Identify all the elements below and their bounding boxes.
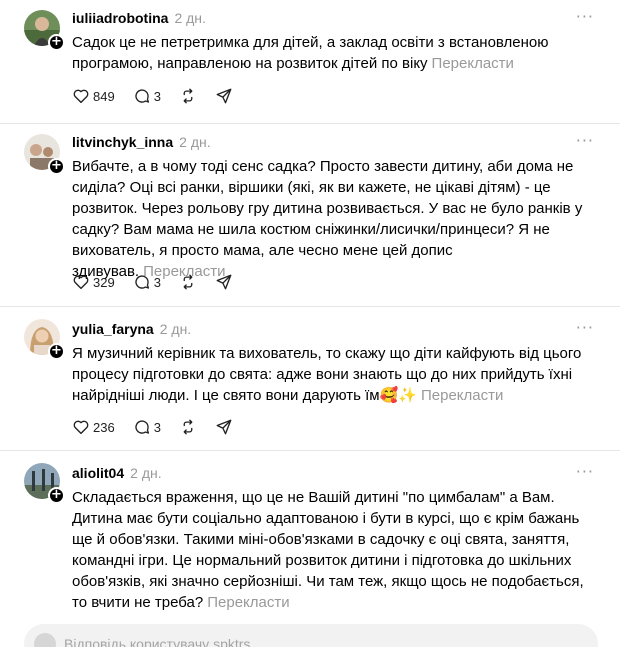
send-icon (216, 88, 232, 104)
translate-link[interactable]: Перекласти (207, 594, 289, 611)
repost-icon (183, 419, 193, 435)
timestamp[interactable]: 2 дн. (130, 465, 161, 481)
username[interactable]: yulia_faryna (72, 321, 154, 337)
user-avatar (34, 633, 56, 647)
avatar[interactable]: + (24, 134, 65, 175)
post-text: Садок це не петретримка для дітей, а зак… (72, 32, 602, 74)
heart-icon (73, 89, 89, 104)
divider (0, 450, 620, 451)
reply-composer[interactable]: Відповідь користувачу spktrs (24, 624, 598, 647)
post-actions: 849 3 (72, 86, 251, 106)
avatar[interactable]: + (24, 463, 65, 504)
translate-link[interactable]: Перекласти (421, 387, 503, 404)
heart-icon (73, 420, 89, 435)
post-actions: 236 3 (72, 417, 251, 437)
repost-button[interactable] (179, 273, 197, 291)
timestamp[interactable]: 2 дн. (160, 321, 191, 337)
reply-count: 3 (153, 88, 161, 104)
username[interactable]: litvinchyk_inna (72, 134, 173, 150)
post-header: litvinchyk_inna 2 дн. (72, 134, 211, 150)
follow-plus-icon[interactable]: + (48, 34, 65, 51)
timestamp[interactable]: 2 дн. (174, 10, 205, 26)
share-button[interactable] (215, 418, 233, 436)
follow-plus-icon[interactable]: + (48, 487, 65, 504)
follow-plus-icon[interactable]: + (48, 343, 65, 360)
repost-icon (183, 274, 193, 290)
post-header: iuliiadrobotina 2 дн. (72, 10, 206, 26)
translate-link[interactable]: Перекласти (432, 55, 514, 72)
username[interactable]: aliolit04 (72, 465, 124, 481)
share-button[interactable] (215, 273, 233, 291)
reply-button[interactable]: 3 (133, 418, 161, 436)
more-icon[interactable]: ··· (576, 131, 594, 150)
post-text: Вибачте, а в чому тоді сенс садка? Прост… (72, 156, 602, 282)
reply-input-placeholder[interactable]: Відповідь користувачу spktrs (64, 636, 250, 647)
post-text-content: Складається враження, що це не Вашій дит… (72, 489, 584, 611)
reply-button[interactable]: 3 (133, 87, 161, 105)
comment-icon (135, 89, 149, 103)
heart-icon (73, 275, 89, 290)
follow-plus-icon[interactable]: + (48, 158, 65, 175)
like-count: 236 (93, 419, 115, 435)
post-text: Я музичний керівник та вихователь, то ск… (72, 343, 602, 406)
repost-button[interactable] (179, 418, 197, 436)
divider (0, 306, 620, 307)
avatar[interactable]: + (24, 319, 65, 360)
like-count: 329 (93, 274, 115, 290)
divider (0, 123, 620, 124)
username[interactable]: iuliiadrobotina (72, 10, 168, 26)
comment-icon (135, 420, 149, 434)
send-icon (216, 274, 232, 290)
like-button[interactable]: 236 (72, 418, 115, 436)
timestamp[interactable]: 2 дн. (179, 134, 210, 150)
send-icon (216, 419, 232, 435)
share-button[interactable] (215, 87, 233, 105)
post-text: Складається враження, що це не Вашій дит… (72, 487, 602, 613)
avatar[interactable]: + (24, 10, 65, 51)
repost-icon (183, 88, 193, 104)
post-text-content: Вибачте, а в чому тоді сенс садка? Прост… (72, 158, 583, 280)
post-header: aliolit04 2 дн. (72, 465, 162, 481)
like-count: 849 (93, 88, 115, 104)
like-button[interactable]: 329 (72, 273, 115, 291)
more-icon[interactable]: ··· (576, 462, 594, 481)
like-button[interactable]: 849 (72, 87, 115, 105)
post-header: yulia_faryna 2 дн. (72, 321, 191, 337)
reply-count: 3 (153, 274, 161, 290)
post-actions: 329 3 (72, 272, 251, 292)
post-text-content: Я музичний керівник та вихователь, то ск… (72, 345, 582, 404)
repost-button[interactable] (179, 87, 197, 105)
comment-icon (135, 275, 149, 289)
more-icon[interactable]: ··· (576, 318, 594, 337)
replies-feed: + iuliiadrobotina 2 дн. ··· Садок це не … (0, 0, 620, 647)
more-icon[interactable]: ··· (576, 7, 594, 26)
reply-button[interactable]: 3 (133, 273, 161, 291)
reply-count: 3 (153, 419, 161, 435)
